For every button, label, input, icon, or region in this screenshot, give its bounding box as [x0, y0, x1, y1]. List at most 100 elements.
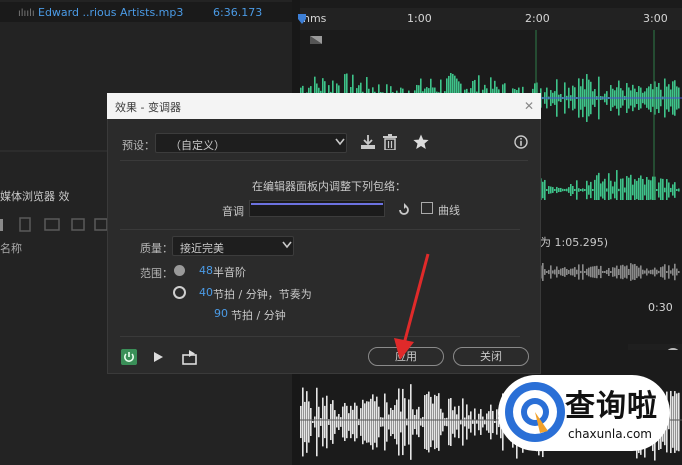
waveform-bar	[638, 177, 640, 200]
waveform-bar	[374, 401, 376, 443]
waveform-bar	[362, 399, 364, 445]
watermark-logo	[505, 382, 565, 442]
tempo-value[interactable]: 90	[214, 307, 228, 320]
waveform-bar	[446, 417, 448, 427]
time-ruler[interactable]: hms 1:00 2:00 3:00	[300, 8, 682, 31]
waveform-bar	[452, 410, 454, 434]
favorite-star-icon[interactable]	[413, 134, 429, 150]
waveform-bar	[578, 264, 580, 280]
waveform-bar	[438, 393, 440, 451]
waveform-bar	[622, 178, 624, 200]
waveform-bar	[312, 421, 314, 423]
waveform-bar	[300, 405, 302, 439]
waveform-bar	[434, 394, 436, 450]
waveform-bar	[444, 418, 446, 426]
waveform-bar	[584, 271, 586, 273]
waveform-bar	[380, 417, 382, 427]
power-toggle-button[interactable]	[121, 349, 137, 365]
waveform-bar	[372, 394, 374, 450]
waveform-bar	[390, 407, 392, 437]
waveform-bar	[356, 405, 358, 439]
range-semitones-value[interactable]: 48	[199, 264, 213, 277]
loop-export-icon[interactable]	[182, 349, 198, 365]
waveform-bar	[666, 271, 668, 273]
waveform-bar	[608, 267, 610, 277]
waveform-bar	[568, 187, 570, 193]
waveform-bar	[638, 267, 640, 277]
waveform-bar	[610, 180, 612, 200]
waveform-bar	[414, 414, 416, 430]
save-preset-icon[interactable]	[360, 134, 376, 150]
waveform-bar	[624, 266, 626, 278]
playhead-marker[interactable]	[298, 14, 306, 24]
waveform-bar	[552, 270, 554, 274]
waveform-bar	[462, 398, 464, 446]
waveform-bar	[360, 408, 362, 436]
waveform-bar	[650, 180, 652, 200]
waveform-bar	[602, 181, 604, 199]
waveform-bar	[544, 179, 546, 200]
waveform-bar	[386, 402, 388, 442]
waveform-bar	[404, 398, 406, 446]
waveform-bar	[662, 266, 664, 278]
waveform-bar	[576, 180, 578, 200]
range-semitones-radio[interactable]	[174, 265, 185, 276]
grid-icon	[44, 218, 60, 231]
waveform-bar	[396, 399, 398, 445]
waveform-bar	[600, 183, 602, 197]
info-icon[interactable]	[514, 135, 528, 149]
folder-icon	[94, 218, 108, 231]
column-name-header[interactable]: 名称	[0, 240, 22, 256]
waveform-bar	[586, 180, 588, 200]
delete-preset-icon[interactable]	[383, 134, 397, 150]
waveform-bar	[676, 189, 678, 191]
waveform-bar	[596, 175, 598, 200]
close-button[interactable]: 关闭	[453, 347, 529, 366]
waveform-bar	[678, 392, 680, 452]
overview-ruler-tick: 0:30	[648, 301, 673, 314]
play-icon[interactable]	[152, 350, 164, 364]
waveform-bar	[476, 420, 478, 424]
range-bpm-value[interactable]: 40	[199, 286, 213, 299]
waveform-bar	[378, 406, 380, 438]
pitch-envelope-line	[251, 203, 383, 205]
curve-checkbox[interactable]	[421, 202, 433, 214]
waveform-bar	[410, 384, 412, 460]
dialog-divider	[120, 336, 520, 337]
waveform-bar	[448, 398, 450, 446]
annotation-arrow	[394, 253, 430, 360]
waveform-bar	[322, 397, 324, 447]
waveform-bar	[574, 189, 576, 191]
dialog-close-button[interactable]: ✕	[520, 97, 538, 115]
waveform-bar	[634, 179, 636, 200]
waveform-bar	[562, 188, 564, 192]
waveform-bar	[352, 409, 354, 435]
waveform-bar	[626, 176, 628, 200]
waveform-bar	[590, 266, 592, 278]
tab-media-browser[interactable]: 媒体浏览器 效	[0, 188, 70, 204]
waveform-bar	[674, 182, 676, 198]
reset-icon[interactable]	[397, 203, 411, 217]
range-bpm-radio[interactable]	[173, 286, 186, 299]
waveform-bar	[636, 180, 638, 200]
waveform-bar	[582, 188, 584, 192]
ruler-tick: 2:00	[525, 12, 550, 25]
waveform-bar	[570, 268, 572, 276]
waveform-bar	[376, 396, 378, 448]
waveform-bar	[580, 189, 582, 191]
file-name[interactable]: Edward ..rious Artists.mp3	[38, 6, 183, 19]
waveform-bar	[660, 267, 662, 277]
overview-waveform[interactable]	[540, 250, 682, 294]
waveform-bar	[584, 189, 586, 191]
waveform-bar	[474, 408, 476, 436]
waveform-bar	[454, 406, 456, 438]
waveform-bar	[644, 184, 646, 196]
waveform-bar	[612, 186, 614, 194]
trash-icon	[19, 217, 31, 232]
media-browser-toolbar	[0, 217, 108, 232]
waveform-bar	[418, 406, 420, 438]
waveform-bar	[660, 178, 662, 200]
waveform-bar	[580, 270, 582, 274]
waveform-bar	[482, 416, 484, 428]
waveform-bar	[408, 399, 410, 445]
